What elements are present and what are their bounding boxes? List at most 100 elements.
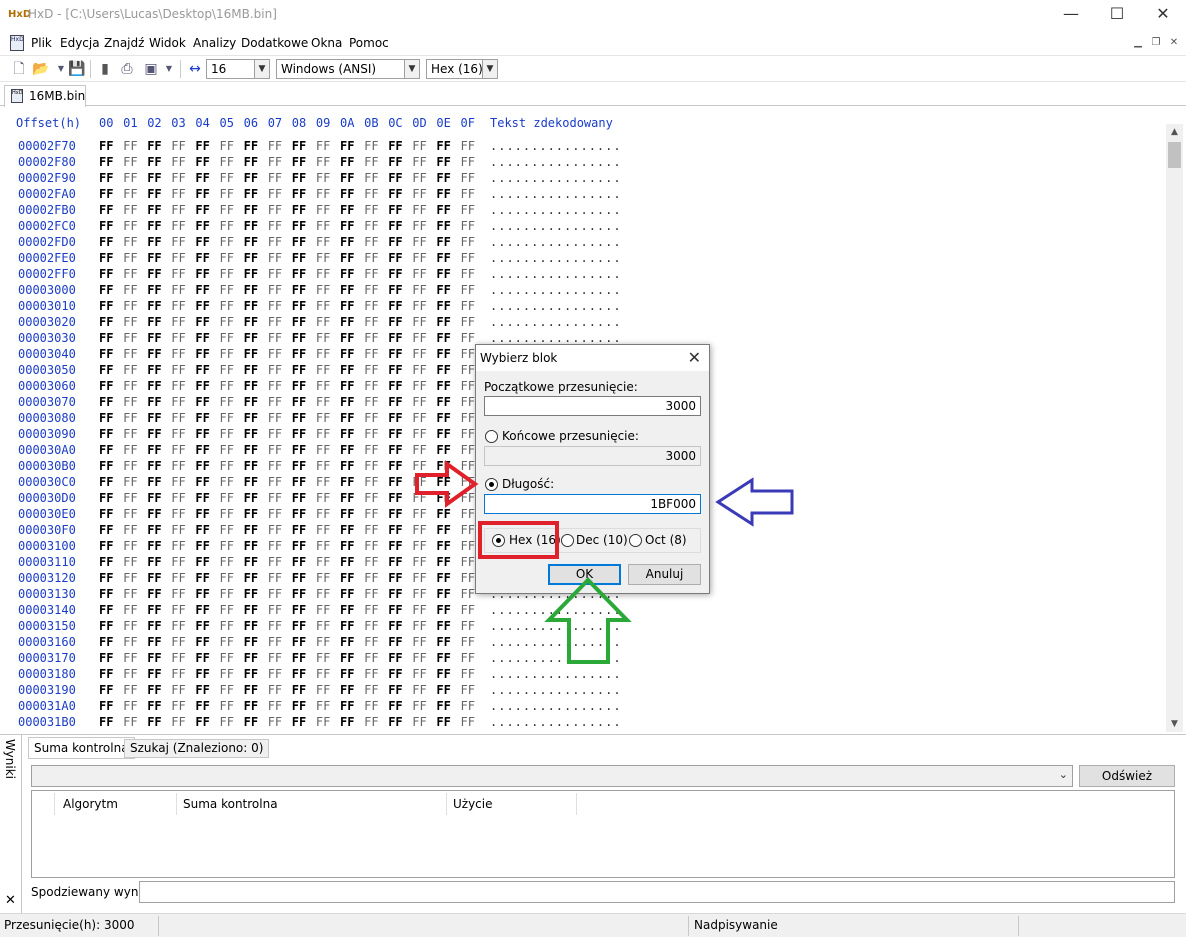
hex-byte[interactable]: FF [436, 523, 450, 537]
hex-byte[interactable]: FF [316, 251, 330, 265]
close-icon[interactable]: ✕ [5, 893, 16, 908]
hex-byte[interactable]: FF [147, 235, 161, 249]
hex-byte[interactable]: FF [171, 331, 185, 345]
hex-byte[interactable]: FF [171, 491, 185, 505]
decoded-text[interactable]: ................ [490, 251, 622, 265]
hex-byte[interactable]: FF [292, 363, 306, 377]
hex-byte[interactable]: FF [364, 139, 378, 153]
hex-byte[interactable]: FF [195, 139, 209, 153]
chevron-down-icon[interactable]: ▼ [404, 60, 419, 78]
hex-byte[interactable]: FF [316, 587, 330, 601]
hex-byte[interactable]: FF [171, 715, 185, 729]
decoded-text[interactable]: ................ [490, 619, 622, 633]
hex-byte[interactable]: FF [436, 267, 450, 281]
hex-byte[interactable]: FF [340, 571, 354, 585]
hex-byte[interactable]: FF [171, 683, 185, 697]
hex-byte[interactable]: FF [461, 315, 475, 329]
hex-byte[interactable]: FF [292, 555, 306, 569]
hex-byte[interactable]: FF [244, 619, 258, 633]
hex-byte[interactable]: FF [388, 251, 402, 265]
hex-byte[interactable]: FF [436, 171, 450, 185]
hex-byte[interactable]: FF [147, 683, 161, 697]
menu-okna[interactable]: Okna [311, 36, 342, 50]
hex-byte[interactable]: FF [99, 587, 113, 601]
hex-byte[interactable]: FF [195, 411, 209, 425]
radix-dec-radio[interactable] [561, 534, 574, 547]
hex-byte[interactable]: FF [412, 619, 426, 633]
hex-byte[interactable]: FF [171, 299, 185, 313]
hex-byte[interactable]: FF [147, 587, 161, 601]
minimize-button[interactable]: — [1048, 0, 1094, 30]
hex-byte[interactable]: FF [340, 267, 354, 281]
hex-byte[interactable]: FF [412, 427, 426, 441]
hex-byte[interactable]: FF [340, 203, 354, 217]
hex-byte[interactable]: FF [436, 411, 450, 425]
hex-byte[interactable]: FF [340, 491, 354, 505]
hex-byte[interactable]: FF [388, 683, 402, 697]
hex-byte[interactable]: FF [123, 523, 137, 537]
hex-byte[interactable]: FF [171, 251, 185, 265]
hex-byte[interactable]: FF [412, 603, 426, 617]
hex-byte[interactable]: FF [461, 139, 475, 153]
hex-byte[interactable]: FF [99, 283, 113, 297]
hex-byte[interactable]: FF [123, 395, 137, 409]
hex-byte[interactable]: FF [147, 363, 161, 377]
hex-byte[interactable]: FF [171, 699, 185, 713]
hex-byte[interactable]: FF [412, 459, 426, 473]
hex-byte[interactable]: FF [388, 587, 402, 601]
hex-byte[interactable]: FF [412, 635, 426, 649]
mdi-restore-icon[interactable]: ❐ [1148, 36, 1164, 50]
hex-byte[interactable]: FF [461, 219, 475, 233]
hex-byte[interactable]: FF [220, 331, 234, 345]
decoded-text[interactable]: ................ [490, 203, 622, 217]
hex-byte[interactable]: FF [340, 395, 354, 409]
hex-byte[interactable]: FF [436, 587, 450, 601]
hex-byte[interactable]: FF [461, 603, 475, 617]
hex-byte[interactable]: FF [171, 267, 185, 281]
hex-byte[interactable]: FF [364, 587, 378, 601]
hex-byte[interactable]: FF [412, 539, 426, 553]
hex-byte[interactable]: FF [292, 491, 306, 505]
hex-byte[interactable]: FF [436, 507, 450, 521]
expected-result-input[interactable] [139, 881, 1175, 903]
hex-byte[interactable]: FF [195, 651, 209, 665]
hex-byte[interactable]: FF [268, 235, 282, 249]
hex-byte[interactable]: FF [316, 347, 330, 361]
hex-byte[interactable]: FF [195, 331, 209, 345]
menu-edycja[interactable]: Edycja [60, 36, 100, 50]
hex-byte[interactable]: FF [340, 603, 354, 617]
hex-byte[interactable]: FF [147, 203, 161, 217]
hex-byte[interactable]: FF [364, 203, 378, 217]
hex-byte[interactable]: FF [244, 411, 258, 425]
hex-byte[interactable]: FF [461, 299, 475, 313]
hex-byte[interactable]: FF [147, 283, 161, 297]
hex-byte[interactable]: FF [292, 203, 306, 217]
hex-byte[interactable]: FF [171, 587, 185, 601]
hex-byte[interactable]: FF [316, 683, 330, 697]
hex-byte[interactable]: FF [244, 667, 258, 681]
hex-byte[interactable]: FF [244, 251, 258, 265]
hex-byte[interactable]: FF [195, 395, 209, 409]
hex-byte[interactable]: FF [123, 139, 137, 153]
hex-byte[interactable]: FF [461, 347, 475, 361]
hex-byte[interactable]: FF [461, 331, 475, 345]
hex-byte[interactable]: FF [220, 651, 234, 665]
hex-byte[interactable]: FF [268, 619, 282, 633]
hex-byte[interactable]: FF [364, 523, 378, 537]
decoded-text[interactable]: ................ [490, 155, 622, 169]
hex-byte[interactable]: FF [364, 699, 378, 713]
hex-byte[interactable]: FF [412, 331, 426, 345]
hex-byte[interactable]: FF [171, 555, 185, 569]
save-icon[interactable]: 💾 [68, 60, 86, 78]
hex-byte[interactable]: FF [461, 683, 475, 697]
hex-byte[interactable]: FF [244, 267, 258, 281]
hex-vertical-scrollbar[interactable]: ▲ ▼ [1166, 124, 1183, 732]
hex-byte[interactable]: FF [340, 299, 354, 313]
hex-byte[interactable]: FF [99, 651, 113, 665]
hex-byte[interactable]: FF [123, 475, 137, 489]
hex-byte[interactable]: FF [220, 219, 234, 233]
properties-dropdown-icon[interactable]: ▼ [160, 60, 178, 78]
hex-byte[interactable]: FF [436, 363, 450, 377]
hex-byte[interactable]: FF [171, 203, 185, 217]
hex-byte[interactable]: FF [340, 587, 354, 601]
